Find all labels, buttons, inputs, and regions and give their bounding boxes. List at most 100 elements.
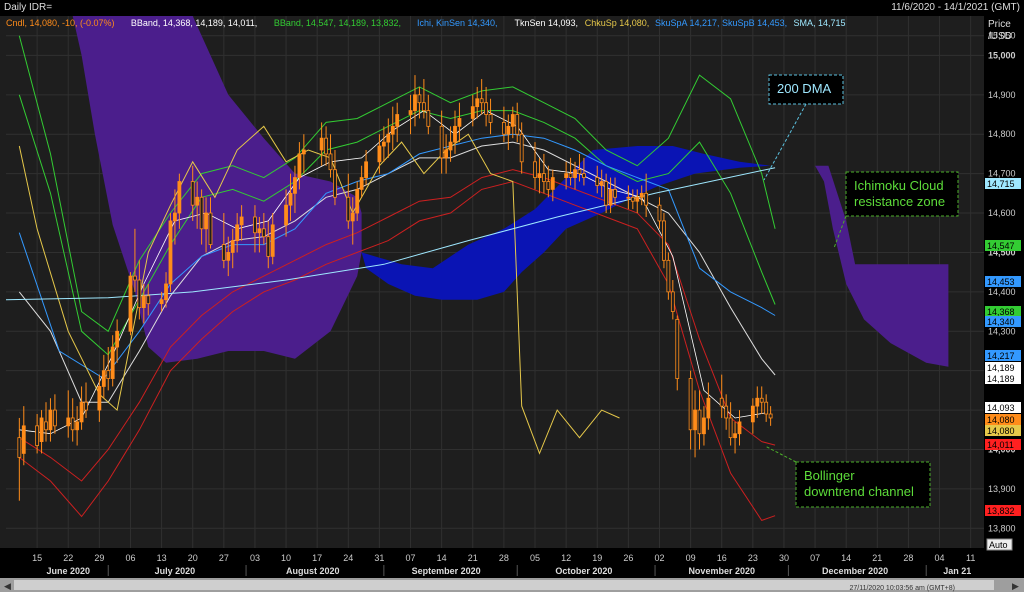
- candle-body: [204, 212, 208, 230]
- x-day-label: 07: [810, 553, 820, 563]
- last-value-label: 14,547: [987, 241, 1015, 251]
- candle-body: [164, 283, 168, 301]
- scroll-left-icon[interactable]: ◀: [4, 581, 11, 591]
- candle-body: [582, 173, 586, 178]
- last-value-label: 13,832: [987, 506, 1015, 516]
- y-tick-label: 14,800: [988, 129, 1016, 139]
- candle-body: [133, 275, 137, 281]
- candle-body: [608, 188, 613, 206]
- candle-body: [626, 196, 631, 199]
- x-day-label: 28: [903, 553, 913, 563]
- auto-scale-label: Auto: [989, 540, 1008, 550]
- x-month-label: July 2020: [155, 566, 196, 576]
- x-day-label: 02: [654, 553, 664, 563]
- last-value-tag: 14,453: [985, 276, 1021, 287]
- candle-body: [293, 177, 297, 194]
- candle-body: [261, 228, 266, 238]
- y-tick-label: 15,000: [988, 50, 1016, 60]
- legend-item: BBand, 14,547, 14,189, 13,832,: [274, 18, 401, 28]
- x-day-label: 19: [592, 553, 602, 563]
- candle-body: [257, 228, 262, 234]
- x-day-label: 22: [63, 553, 73, 563]
- candle-body: [364, 161, 368, 178]
- last-value-label: 14,080: [987, 415, 1015, 425]
- last-value-tag: 14,189: [985, 373, 1021, 384]
- chart-window: Daily IDR= 11/6/2020 - 14/1/2021 (GMT) C…: [0, 0, 1024, 592]
- candle-body: [644, 192, 649, 206]
- candle-body: [604, 181, 609, 206]
- candle-body: [737, 421, 742, 435]
- x-month-label: October 2020: [555, 566, 612, 576]
- candle-body: [506, 125, 511, 135]
- candle-body: [75, 421, 80, 431]
- candle-body: [319, 137, 324, 151]
- y-tick-label: 15,050: [988, 31, 1016, 41]
- last-value-tag: 14,080: [985, 425, 1021, 436]
- candle-body: [106, 370, 111, 379]
- scrollbar-thumb[interactable]: [14, 580, 994, 590]
- candle-body: [101, 370, 106, 387]
- candle-body: [475, 98, 480, 108]
- x-day-label: 17: [312, 553, 322, 563]
- candle-body: [284, 204, 288, 226]
- x-day-label: 04: [935, 553, 945, 563]
- x-day-label: 31: [374, 553, 384, 563]
- candle-body: [17, 437, 22, 458]
- candle-body: [573, 169, 577, 178]
- legend: Cndl, 14,080, -10, (-0.07%) BBand, 14,368…: [6, 18, 846, 28]
- x-month-label: June 2020: [46, 566, 90, 576]
- x-month-label: Jan 21: [943, 566, 971, 576]
- candle-body: [79, 401, 84, 423]
- scroll-right-icon[interactable]: ▶: [1012, 581, 1019, 591]
- last-value-tag: 13,832: [985, 505, 1021, 516]
- x-day-label: 13: [157, 553, 167, 563]
- candle-body: [448, 141, 453, 151]
- candle-body: [764, 401, 769, 415]
- last-value-tag: 14,011: [985, 439, 1021, 450]
- candle-body: [230, 240, 235, 253]
- x-day-label: 26: [623, 553, 633, 563]
- candle-body: [115, 330, 120, 348]
- candle-body: [208, 212, 213, 245]
- x-day-label: 24: [343, 553, 353, 563]
- candle-body: [613, 188, 617, 198]
- legend-item: TknSen 14,093,: [515, 18, 579, 28]
- legend-item: Ichi, KinSen 14,340,: [417, 18, 498, 28]
- candle-body: [719, 397, 724, 407]
- candlestick-chart[interactable]: Cndl, 14,080, -10, (-0.07%) BBand, 14,368…: [0, 0, 1024, 592]
- y-tick-label: 14,400: [988, 287, 1016, 297]
- candle-body: [635, 196, 640, 202]
- last-value-label: 14,011: [987, 440, 1014, 450]
- x-day-label: 06: [125, 553, 135, 563]
- candle-body: [346, 196, 351, 222]
- last-value-tag: 14,189: [985, 362, 1021, 373]
- candle-body: [70, 417, 75, 431]
- x-day-label: 29: [94, 553, 104, 563]
- candle-body: [53, 409, 57, 427]
- candle-body: [724, 405, 729, 419]
- candle-body: [390, 125, 395, 135]
- candle-body: [146, 295, 151, 305]
- x-day-label: 21: [468, 553, 478, 563]
- candle-body: [519, 133, 524, 163]
- annotation-text: 200 DMA: [777, 81, 832, 96]
- footer-timestamp: 27/11/2020 10:03:56 am (GMT+8): [849, 585, 955, 592]
- x-day-label: 20: [188, 553, 198, 563]
- candle-body: [350, 212, 355, 222]
- candle-body: [568, 173, 573, 178]
- y-tick-label: 14,900: [988, 90, 1016, 100]
- x-day-label: 03: [250, 553, 260, 563]
- candle-body: [501, 122, 506, 135]
- candle-body: [733, 433, 737, 439]
- candle-body: [533, 161, 537, 178]
- candle-body: [697, 409, 702, 435]
- candle-body: [537, 173, 542, 178]
- candle-body: [515, 114, 520, 135]
- candle-body: [226, 252, 231, 261]
- candle-body: [630, 196, 635, 202]
- candle-body: [453, 125, 457, 143]
- annotation-text: Bollinger: [804, 468, 855, 483]
- price-axis-title: Price: [988, 19, 1011, 30]
- x-month-label: September 2020: [412, 566, 481, 576]
- x-day-label: 05: [530, 553, 540, 563]
